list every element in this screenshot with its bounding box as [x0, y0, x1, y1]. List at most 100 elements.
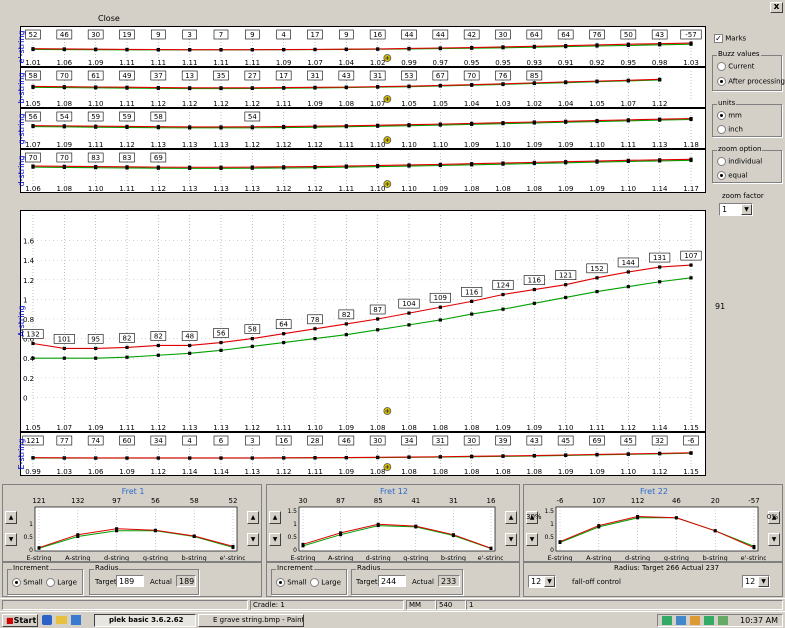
string-chart-E[interactable]: 121 77 74 60 34 4 6 3 16 28 46 30 34 31 30 39 43 45 69 45 32… [20, 432, 706, 476]
arrow-up-icon[interactable]: ▲ [247, 511, 259, 524]
buzz-label: 70 [60, 154, 69, 162]
relief-label: 1.01 [25, 59, 41, 66]
fret-string-label: d-string [104, 554, 129, 561]
relief-label: 1.12 [245, 100, 261, 107]
radius-target-input-1[interactable]: 189 [116, 575, 144, 587]
relief-label: 1.10 [401, 185, 417, 192]
fret-value: -6 [557, 497, 565, 505]
string-chart-b[interactable]: 58 70 61 49 37 13 35 27 17 31 43 31 53 67 70 76 85 1.05 1.… [20, 67, 706, 108]
buzz-current-radio[interactable]: Current [717, 62, 755, 71]
string-label-e: e'-string [17, 30, 26, 63]
zoom-equal-radio[interactable]: equal [717, 171, 748, 180]
relief-label: 1.07 [25, 141, 41, 148]
red-point [376, 47, 380, 51]
fret-string-label: E-string [26, 554, 51, 561]
green-point [125, 355, 129, 359]
falloff-left-select[interactable]: 12 ▼ [528, 575, 556, 588]
outlook-icon[interactable] [71, 615, 81, 625]
red-point [313, 47, 317, 52]
fret-plot-area [555, 506, 759, 552]
buzz-label: 42 [467, 31, 476, 39]
pct-right: 0% [766, 513, 778, 521]
red-point [219, 48, 223, 52]
string-chart-e[interactable]: 52 46 30 19 9 3 7 9 4 17 9 16 44 44 42 30 64 64 76 50 43 -57 1… [20, 26, 706, 67]
task-plek[interactable]: plek basic 3.6.2.62 [94, 614, 196, 627]
fret-y-tick: 0.5 [287, 534, 297, 541]
arrow-down-icon[interactable]: ▼ [768, 533, 780, 546]
relief-label: 1.10 [307, 424, 323, 431]
arrow-up-icon[interactable]: ▲ [505, 511, 517, 524]
relief-label: 0.95 [621, 59, 637, 66]
units-inch-radio[interactable]: inch [717, 125, 743, 134]
arrow-down-icon[interactable]: ▼ [247, 533, 259, 546]
relief-label: 1.10 [370, 141, 386, 148]
radius-actual-1: 189 [176, 575, 196, 587]
relief-label: 1.08 [339, 100, 355, 107]
red-point [658, 117, 662, 121]
buzz-label: 32 [655, 437, 664, 445]
red-point [250, 48, 254, 52]
green-point [407, 323, 411, 327]
relief-label: 1.09 [527, 141, 543, 148]
red-point [595, 79, 599, 83]
increment-small-radio-2[interactable]: Small [276, 578, 307, 587]
buzz-label: 116 [465, 288, 479, 296]
red-point [407, 123, 411, 127]
menu-close[interactable]: Close [98, 14, 120, 23]
fret-y-tick: 0.5 [544, 534, 554, 541]
string-chart-g[interactable]: 56 54 59 59 58 54 1.07 1.09 1.11 1.12 1.13 1.13 1.13… [20, 108, 706, 149]
green-point [438, 318, 442, 322]
window-close-button[interactable]: x [770, 2, 783, 13]
marks-checkbox[interactable]: ✓ Marks [714, 34, 746, 43]
units-mm-radio[interactable]: mm [717, 111, 742, 120]
zoom-individual-radio[interactable]: individual [717, 157, 762, 166]
zoom-factor-select[interactable]: 1 ▼ [719, 203, 753, 216]
fret-string-label: E-string [547, 554, 572, 561]
relief-label: 1.14 [182, 468, 198, 475]
ie-icon[interactable] [42, 615, 52, 625]
buzz-values-title: Buzz values [717, 50, 761, 58]
red-point [313, 85, 317, 89]
task-paint[interactable]: E grave string.bmp - Paint [198, 614, 304, 627]
buzz-after-processing-radio[interactable]: After processing [717, 77, 785, 86]
buzz-label: 31 [311, 72, 320, 80]
buzz-label: 31 [436, 437, 445, 445]
start-button[interactable]: ■Start [2, 614, 38, 627]
folder-icon[interactable] [56, 616, 67, 624]
fret-red-point [414, 524, 418, 528]
buzz-label: 58 [154, 113, 163, 121]
relief-label: 1.08 [433, 424, 449, 431]
fret-value: 97 [112, 497, 121, 505]
arrow-up-icon[interactable]: ▲ [5, 511, 17, 524]
relief-label: 1.12 [307, 185, 323, 192]
status-num: 1 [466, 600, 783, 610]
arrow-down-icon[interactable]: ▼ [526, 533, 538, 546]
arrow-down-icon[interactable]: ▼ [5, 533, 17, 546]
arrow-down-icon[interactable]: ▼ [505, 533, 517, 546]
buzz-label: 30 [499, 31, 508, 39]
increment-large-radio-1[interactable]: Large [46, 578, 77, 587]
green-point [94, 356, 98, 360]
relief-label: 1.17 [683, 185, 699, 192]
relief-label: 1.11 [119, 424, 135, 431]
falloff-right-select[interactable]: 12 ▼ [742, 575, 770, 588]
buzz-label: 64 [561, 31, 570, 39]
string-chart-d[interactable]: 70 70 83 83 69 1.06 1.08 1.10 1.11 1.12 1.13 1.13 1.… [20, 149, 706, 193]
radius-target-input-2[interactable]: 244 [378, 575, 406, 587]
increment-small-radio-1[interactable]: Small [12, 578, 43, 587]
string-chart-A[interactable]: 0 0.2 0.4 0.6 0.8 1 1.2 1.4 1.6 132 101 95 82 82 48 56 5… [20, 210, 706, 432]
red-point [62, 47, 66, 51]
increment-large-radio-2[interactable]: Large [310, 578, 341, 587]
arrow-up-icon[interactable]: ▲ [269, 511, 281, 524]
arrow-down-icon[interactable]: ▼ [269, 533, 281, 546]
buzz-label: 82 [342, 311, 351, 319]
fret-string-label: E-string [290, 554, 315, 561]
red-point [156, 456, 160, 460]
red-point [470, 162, 474, 166]
buzz-label: 34 [405, 437, 414, 445]
green-point [250, 344, 254, 349]
red-point [438, 455, 442, 459]
red-point [282, 85, 286, 90]
green-point [595, 289, 599, 294]
red-point [532, 81, 536, 85]
